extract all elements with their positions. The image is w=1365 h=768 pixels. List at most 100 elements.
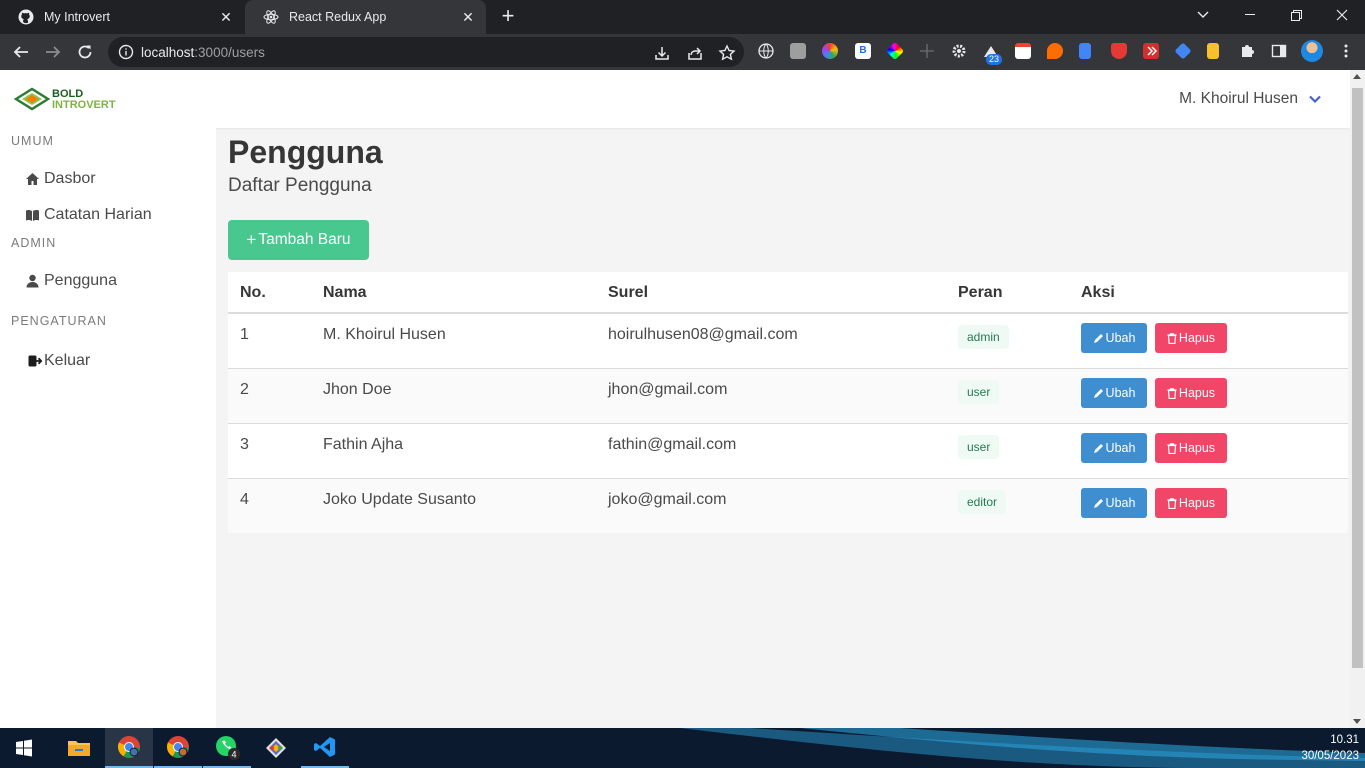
new-tab-icon[interactable]: +: [497, 5, 519, 27]
system-clock[interactable]: 10.31 30/05/2023: [1301, 732, 1359, 764]
plus-icon: +: [246, 230, 257, 249]
windows-start-icon[interactable]: [0, 728, 48, 768]
url-host: localhost: [141, 45, 195, 60]
table-row: 2 Jhon Doe jhon@gmail.com user Ubah Hapu…: [228, 369, 1348, 424]
sidebar: UMUM Dasbor Catatan Harian ADMIN Penggun…: [0, 128, 216, 728]
table-row: 4 Joko Update Susanto joko@gmail.com edi…: [228, 479, 1348, 533]
role-tag: admin: [958, 325, 1009, 349]
edit-button[interactable]: Ubah: [1081, 433, 1147, 463]
chrome-menu-icon[interactable]: [1338, 43, 1354, 59]
hourglass-extension-icon[interactable]: [1207, 43, 1219, 59]
cell-name: Jhon Doe: [323, 381, 392, 398]
cell-no: 1: [240, 326, 249, 343]
role-tag: editor: [958, 490, 1007, 514]
tab-close-icon[interactable]: ✕: [218, 9, 234, 25]
sidebar-item-catatan-harian[interactable]: Catatan Harian: [24, 206, 152, 224]
forward-arrow-icon[interactable]: [41, 40, 65, 64]
scroll-down-arrow-icon[interactable]: [1353, 719, 1361, 724]
edit-button[interactable]: Ubah: [1081, 488, 1147, 518]
side-panel-icon[interactable]: [1271, 43, 1287, 59]
wallpaper-wave: [680, 728, 1365, 768]
b-extension-icon[interactable]: B: [855, 43, 871, 59]
browser-tab-react-redux-app[interactable]: React Redux App ✕: [245, 0, 486, 34]
clock-date: 30/05/2023: [1301, 750, 1359, 762]
delete-label: Hapus: [1178, 386, 1216, 400]
delete-button[interactable]: Hapus: [1155, 323, 1227, 353]
globe-extension-icon[interactable]: [758, 43, 774, 59]
add-user-button[interactable]: + Tambah Baru: [228, 220, 369, 260]
extensions-puzzle-icon[interactable]: [1239, 43, 1255, 59]
sidebar-item-pengguna[interactable]: Pengguna: [24, 272, 117, 290]
tab-title: My Introvert: [44, 10, 110, 24]
trash-icon: [1167, 332, 1177, 344]
scroll-up-arrow-icon[interactable]: [1353, 74, 1361, 79]
vscode-icon[interactable]: [301, 728, 349, 768]
edit-button[interactable]: Ubah: [1081, 378, 1147, 408]
delete-button[interactable]: Hapus: [1155, 378, 1227, 408]
install-app-icon[interactable]: [653, 44, 671, 62]
youtube-extension-icon[interactable]: [1143, 43, 1159, 59]
cell-email: joko@gmail.com: [608, 491, 727, 508]
cell-email: hoirulhusen08@gmail.com: [608, 326, 798, 343]
delete-button[interactable]: Hapus: [1155, 433, 1227, 463]
sign-out-icon: [28, 353, 42, 369]
page-title: Pengguna: [228, 134, 383, 170]
page-scrollbar[interactable]: [1350, 70, 1365, 728]
delete-button[interactable]: Hapus: [1155, 488, 1227, 518]
site-info-icon[interactable]: [118, 44, 134, 60]
svg-text:INTROVERT: INTROVERT: [52, 99, 116, 111]
url-text: localhost:3000/users: [141, 45, 265, 60]
react-icon: [263, 9, 279, 25]
edit-button[interactable]: Ubah: [1081, 323, 1147, 353]
home-icon: [24, 171, 40, 187]
bold-introvert-logo[interactable]: BOLD INTROVERT: [13, 84, 124, 114]
profile-avatar[interactable]: [1301, 40, 1323, 62]
git-kraken-icon[interactable]: [252, 728, 300, 768]
share-icon[interactable]: [686, 44, 704, 62]
color-picker-extension-icon[interactable]: [822, 43, 838, 59]
orange-extension-icon[interactable]: [1047, 43, 1063, 59]
github-icon: [18, 9, 34, 25]
menu-label-umum: UMUM: [11, 134, 54, 148]
palette-extension-icon[interactable]: [885, 41, 905, 61]
file-explorer-icon[interactable]: [55, 728, 103, 768]
cell-no: 4: [240, 491, 249, 508]
page-viewport: BOLD INTROVERT M. Khoirul Husen UMUM Das…: [0, 70, 1365, 728]
top-navbar: BOLD INTROVERT M. Khoirul Husen: [0, 70, 1350, 128]
browser-toolbar: localhost:3000/users B 23: [0, 34, 1365, 70]
close-window-icon[interactable]: [1319, 0, 1365, 30]
user-dropdown[interactable]: M. Khoirul Husen: [1179, 90, 1322, 108]
url-path: :3000/users: [194, 45, 265, 60]
docs-extension-icon[interactable]: [1079, 43, 1091, 59]
back-arrow-icon[interactable]: [9, 40, 33, 64]
address-bar[interactable]: localhost:3000/users: [108, 37, 744, 67]
delete-label: Hapus: [1178, 441, 1216, 455]
book-icon: [24, 207, 40, 223]
calendar-extension-icon[interactable]: [1015, 43, 1031, 59]
edit-label: Ubah: [1105, 496, 1136, 510]
sidebar-item-dasbor[interactable]: Dasbor: [24, 170, 96, 188]
reload-icon[interactable]: [73, 40, 97, 64]
tab-search-chevron-icon[interactable]: [1180, 0, 1226, 30]
chrome-profile-taskbar-icon[interactable]: [154, 728, 202, 768]
trash-icon: [1167, 387, 1177, 399]
tab-close-icon[interactable]: ✕: [460, 9, 476, 25]
sidebar-item-label: Pengguna: [44, 272, 117, 289]
delete-label: Hapus: [1178, 496, 1216, 510]
ruler-extension-icon[interactable]: [919, 43, 935, 59]
gear-extension-icon[interactable]: [951, 43, 967, 59]
scrollbar-thumb[interactable]: [1352, 88, 1363, 668]
red-extension-icon[interactable]: [1111, 43, 1127, 59]
diamond-extension-icon[interactable]: [1174, 42, 1192, 60]
sidebar-item-keluar[interactable]: Keluar: [28, 352, 90, 370]
minimize-icon[interactable]: [1227, 0, 1273, 30]
edit-label: Ubah: [1105, 386, 1136, 400]
whatsapp-icon[interactable]: 4: [203, 728, 251, 768]
restore-icon[interactable]: [1273, 0, 1319, 30]
chrome-taskbar-icon[interactable]: [105, 728, 153, 768]
puzzle-extension-icon[interactable]: [790, 43, 806, 59]
table-row: 1 M. Khoirul Husen hoirulhusen08@gmail.c…: [228, 314, 1348, 369]
bookmark-star-icon[interactable]: [718, 44, 736, 62]
user-name: M. Khoirul Husen: [1179, 90, 1298, 107]
browser-tab-my-introvert[interactable]: My Introvert ✕: [0, 0, 244, 34]
